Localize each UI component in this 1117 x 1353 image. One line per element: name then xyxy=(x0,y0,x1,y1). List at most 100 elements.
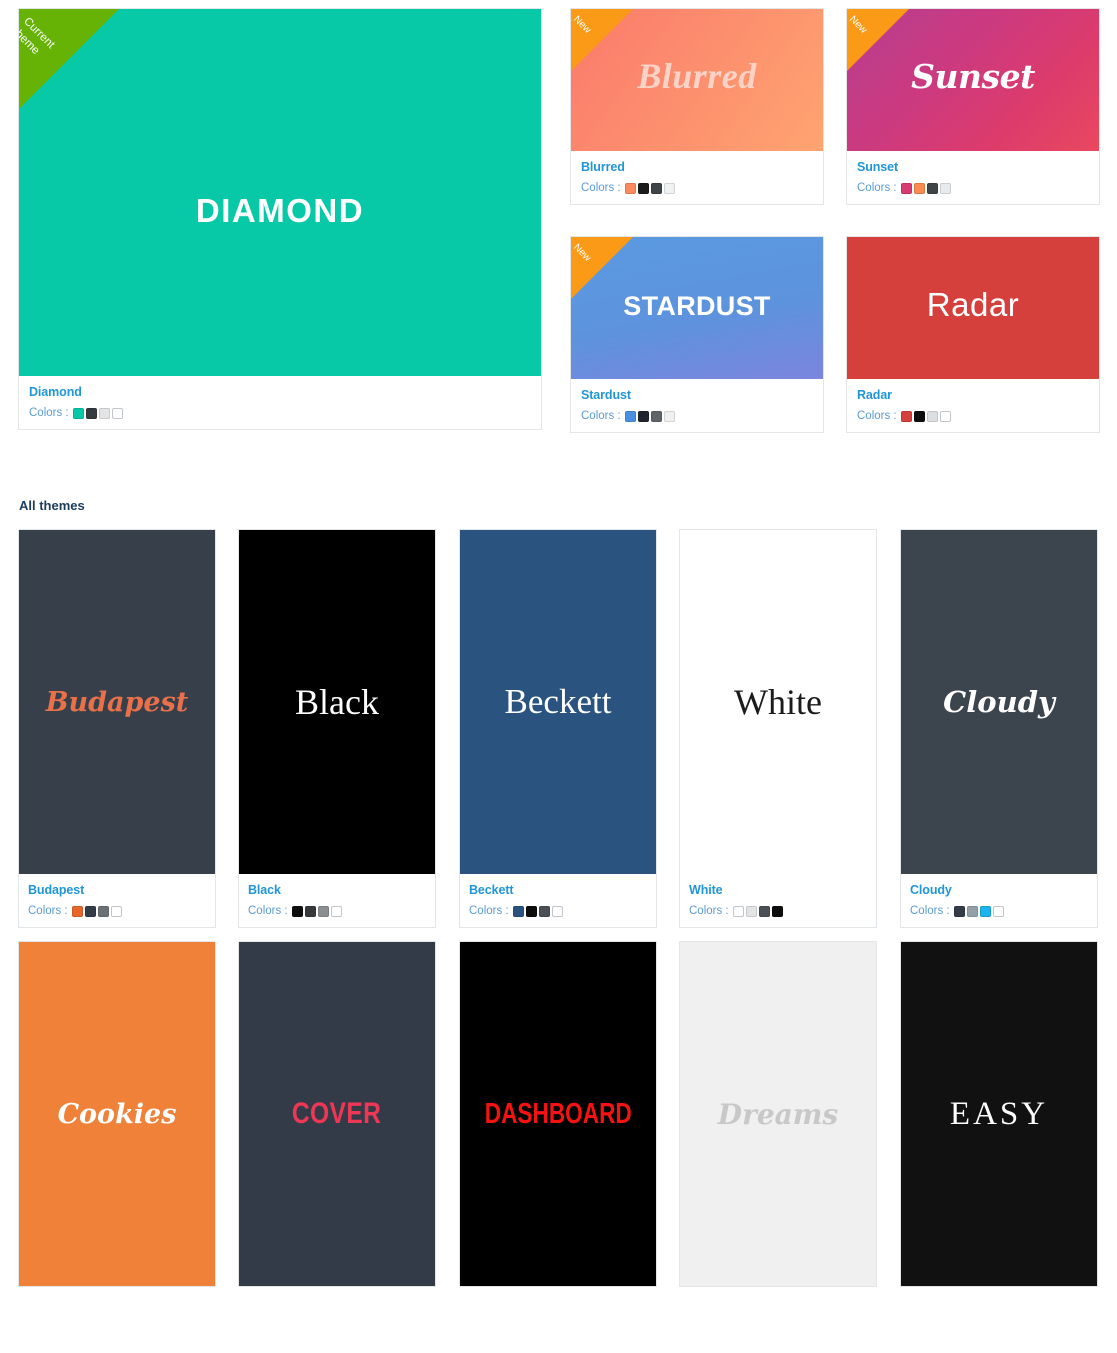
theme-card-footer-budapest: Budapest Colors : xyxy=(19,874,215,927)
color-swatch xyxy=(966,905,978,917)
theme-preview-cover[interactable]: COVER xyxy=(239,942,435,1286)
colors-label: Colors : xyxy=(910,905,950,917)
new-badge-ribbon xyxy=(571,9,633,71)
theme-card-footer-blurred: Blurred Colors : xyxy=(571,151,823,204)
theme-name-cloudy[interactable]: Cloudy xyxy=(910,883,1088,898)
theme-card-footer-radar: Radar Colors : xyxy=(847,379,1099,432)
theme-preview-diamond[interactable]: Current theme DIAMOND xyxy=(19,9,541,376)
theme-card-blurred[interactable]: New Blurred Blurred Colors : xyxy=(570,8,824,205)
theme-colors-cloudy: Colors : xyxy=(910,905,1088,917)
color-swatch xyxy=(939,182,951,194)
color-swatch xyxy=(84,905,96,917)
color-swatch xyxy=(111,407,123,419)
color-swatch xyxy=(98,407,110,419)
theme-preview-cookies[interactable]: Cookies xyxy=(19,942,215,1286)
theme-preview-beckett[interactable]: Beckett xyxy=(460,530,656,874)
color-swatch xyxy=(900,182,912,194)
theme-card-cookies[interactable]: Cookies xyxy=(18,941,216,1287)
theme-name-budapest[interactable]: Budapest xyxy=(28,883,206,898)
current-theme-ribbon xyxy=(19,9,119,109)
theme-card-footer-diamond: Diamond Colors : xyxy=(19,376,541,429)
theme-card-easy[interactable]: EASY xyxy=(900,941,1098,1287)
colors-label: Colors : xyxy=(581,182,621,194)
theme-card-dashboard[interactable]: DASHBOARD xyxy=(459,941,657,1287)
theme-card-footer-white: White Colors : xyxy=(680,874,876,927)
theme-art-title-sunset: Sunset xyxy=(911,56,1035,96)
theme-name-sunset[interactable]: Sunset xyxy=(857,160,1089,175)
theme-card-sunset[interactable]: New Sunset Sunset Colors : xyxy=(846,8,1100,205)
theme-card-diamond[interactable]: Current theme DIAMOND Diamond Colors : xyxy=(18,8,542,430)
theme-name-stardust[interactable]: Stardust xyxy=(581,388,813,403)
color-swatch xyxy=(85,407,97,419)
color-swatch xyxy=(72,407,84,419)
theme-art-title-dreams: Dreams xyxy=(717,1097,839,1131)
color-swatch xyxy=(317,905,329,917)
theme-preview-radar[interactable]: Radar xyxy=(847,237,1099,379)
color-swatch xyxy=(771,905,783,917)
color-swatch xyxy=(291,905,303,917)
color-swatch xyxy=(939,410,951,422)
theme-art-title-cloudy: Cloudy xyxy=(943,685,1055,719)
color-swatch xyxy=(512,905,524,917)
color-swatch xyxy=(97,905,109,917)
color-swatch xyxy=(953,905,965,917)
color-swatch xyxy=(551,905,563,917)
theme-preview-sunset[interactable]: New Sunset xyxy=(847,9,1099,151)
theme-preview-dashboard[interactable]: DASHBOARD xyxy=(460,942,656,1286)
theme-card-cover[interactable]: COVER xyxy=(238,941,436,1287)
theme-card-black[interactable]: Black Black Colors : xyxy=(238,529,436,928)
theme-card-footer-black: Black Colors : xyxy=(239,874,435,927)
theme-colors-budapest: Colors : xyxy=(28,905,206,917)
color-swatch xyxy=(926,182,938,194)
all-themes-heading: All themes xyxy=(19,498,85,513)
theme-name-black[interactable]: Black xyxy=(248,883,426,898)
theme-card-dreams[interactable]: Dreams xyxy=(679,941,877,1287)
new-badge-ribbon xyxy=(847,9,909,71)
theme-name-white[interactable]: White xyxy=(689,883,867,898)
color-swatch xyxy=(538,905,550,917)
all-themes-row: Cookies COVER DASHBOARD Dreams EASY xyxy=(18,941,1100,1353)
theme-art-title-cookies: Cookies xyxy=(57,1098,177,1130)
color-swatch xyxy=(304,905,316,917)
theme-name-radar[interactable]: Radar xyxy=(857,388,1089,403)
color-swatch xyxy=(913,182,925,194)
color-swatch xyxy=(71,905,83,917)
color-swatch xyxy=(650,182,662,194)
colors-label: Colors : xyxy=(581,410,621,422)
theme-preview-black[interactable]: Black xyxy=(239,530,435,874)
colors-label: Colors : xyxy=(28,905,68,917)
theme-art-title-black: Black xyxy=(295,682,379,722)
theme-card-cloudy[interactable]: Cloudy Cloudy Colors : xyxy=(900,529,1098,928)
color-swatch xyxy=(926,410,938,422)
theme-preview-white[interactable]: White xyxy=(680,530,876,874)
theme-preview-blurred[interactable]: New Blurred xyxy=(571,9,823,151)
theme-card-white[interactable]: White White Colors : xyxy=(679,529,877,928)
theme-name-blurred[interactable]: Blurred xyxy=(581,160,813,175)
theme-name-diamond[interactable]: Diamond xyxy=(29,385,531,400)
color-swatch xyxy=(330,905,342,917)
theme-preview-easy[interactable]: EASY xyxy=(901,942,1097,1286)
theme-card-budapest[interactable]: Budapest Budapest Colors : xyxy=(18,529,216,928)
theme-preview-budapest[interactable]: Budapest xyxy=(19,530,215,874)
theme-colors-black: Colors : xyxy=(248,905,426,917)
theme-art-title-radar: Radar xyxy=(926,286,1020,323)
color-swatch xyxy=(992,905,1004,917)
colors-label: Colors : xyxy=(248,905,288,917)
theme-card-beckett[interactable]: Beckett Beckett Colors : xyxy=(459,529,657,928)
color-swatch xyxy=(663,182,675,194)
theme-art-title-cover: COVER xyxy=(292,1097,382,1130)
theme-art-title-stardust: STARDUST xyxy=(623,290,771,321)
theme-colors-radar: Colors : xyxy=(857,410,1089,422)
theme-preview-stardust[interactable]: New STARDUST xyxy=(571,237,823,379)
theme-art-title-easy: EASY xyxy=(949,1095,1049,1132)
theme-art-title-dashboard: DASHBOARD xyxy=(484,1097,632,1130)
theme-card-stardust[interactable]: New STARDUST Stardust Colors : xyxy=(570,236,824,433)
theme-colors-stardust: Colors : xyxy=(581,410,813,422)
theme-card-radar[interactable]: Radar Radar Colors : xyxy=(846,236,1100,433)
theme-card-footer-stardust: Stardust Colors : xyxy=(571,379,823,432)
theme-preview-dreams[interactable]: Dreams xyxy=(680,942,876,1286)
color-swatch xyxy=(624,182,636,194)
theme-preview-cloudy[interactable]: Cloudy xyxy=(901,530,1097,874)
theme-name-beckett[interactable]: Beckett xyxy=(469,883,647,898)
color-swatch xyxy=(913,410,925,422)
